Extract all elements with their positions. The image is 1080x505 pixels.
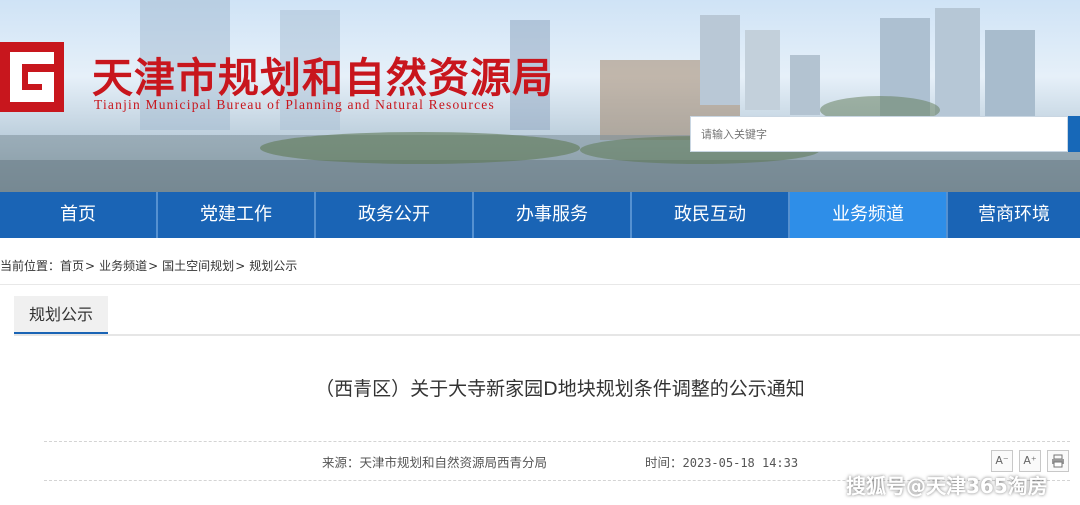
article-title: （西青区）关于大寺新家园D地块规划条件调整的公示通知 — [315, 378, 805, 400]
breadcrumb-separator: > — [235, 259, 246, 273]
nav-item-business-channel[interactable]: 业务频道 — [790, 192, 948, 238]
search-input[interactable] — [691, 117, 1067, 151]
nav-item-home[interactable]: 首页 — [0, 192, 158, 238]
nav-item-interaction[interactable]: 政民互动 — [632, 192, 790, 238]
section-tab-bar — [14, 334, 1080, 336]
source-value: 天津市规划和自然资源局西青分局 — [359, 455, 548, 470]
breadcrumb-separator: > — [148, 259, 159, 273]
nav-item-services[interactable]: 办事服务 — [474, 192, 632, 238]
tianjin-bureau-logo-icon — [0, 42, 64, 112]
header-banner: 天津市规划和自然资源局 Tianjin Municipal Bureau of … — [0, 0, 1080, 192]
font-decrease-button[interactable]: A⁻ — [991, 450, 1013, 472]
divider — [0, 284, 1080, 285]
breadcrumb: 当前位置：首页> 业务频道> 国土空间规划> 规划公示 — [0, 257, 297, 274]
site-title: 天津市规划和自然资源局 — [92, 54, 554, 102]
print-button[interactable] — [1047, 450, 1069, 472]
breadcrumb-home[interactable]: 首页 — [60, 259, 84, 273]
article-time: 时间：2023-05-18 14:33 — [645, 452, 798, 471]
print-icon — [1052, 454, 1064, 468]
sohu-watermark: 搜狐号@天津365淘房 — [846, 474, 1048, 498]
breadcrumb-spatial-planning[interactable]: 国土空间规划 — [162, 259, 234, 273]
main-nav: 首页 党建工作 政务公开 办事服务 政民互动 业务频道 营商环境 — [0, 192, 1080, 238]
divider — [44, 441, 1070, 442]
section-tab-planning-notice[interactable]: 规划公示 — [14, 296, 108, 334]
article-source: 来源：天津市规划和自然资源局西青分局 — [322, 452, 547, 471]
nav-item-government-affairs[interactable]: 政务公开 — [316, 192, 474, 238]
breadcrumb-planning-notice[interactable]: 规划公示 — [249, 259, 297, 273]
breadcrumb-prefix: 当前位置： — [0, 259, 61, 273]
font-increase-button[interactable]: A⁺ — [1019, 450, 1041, 472]
site-subtitle: Tianjin Municipal Bureau of Planning and… — [94, 97, 495, 112]
search-box[interactable] — [690, 116, 1068, 152]
breadcrumb-business-channel[interactable]: 业务频道 — [99, 259, 147, 273]
nav-item-business-environment[interactable]: 营商环境 — [948, 192, 1080, 238]
time-value: 2023-05-18 14:33 — [682, 456, 799, 470]
breadcrumb-separator: > — [85, 259, 96, 273]
search-button[interactable] — [1068, 116, 1080, 152]
source-label: 来源： — [322, 455, 360, 470]
nav-item-party-building[interactable]: 党建工作 — [158, 192, 316, 238]
time-label: 时间： — [645, 455, 683, 470]
